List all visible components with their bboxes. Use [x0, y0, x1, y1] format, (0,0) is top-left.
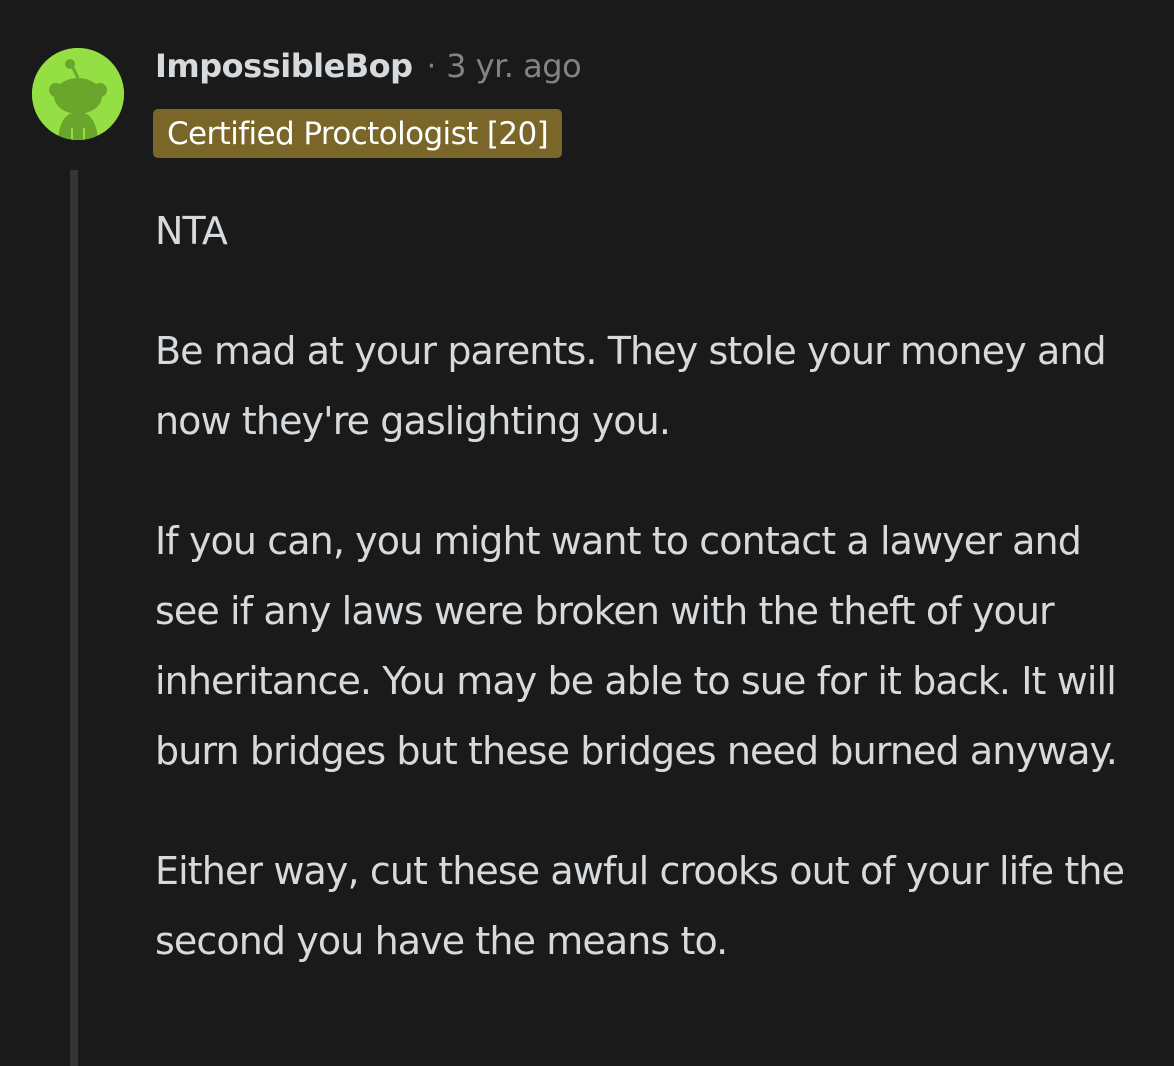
- snoo-avatar-icon: [32, 48, 124, 140]
- comment-paragraph: NTA: [155, 209, 228, 253]
- username-link[interactable]: ImpossibleBop: [155, 47, 413, 85]
- user-flair: Certified Proctologist [20]: [153, 109, 563, 158]
- comment: ImpossibleBop · 3 yr. ago Certified Proc…: [0, 0, 1174, 1066]
- comment-paragraph: Be mad at your parents. They stole your …: [155, 329, 1107, 443]
- separator-dot: ·: [426, 48, 437, 84]
- avatar[interactable]: [32, 48, 124, 140]
- comment-paragraph: If you can, you might want to contact a …: [155, 519, 1118, 773]
- comment-body: NTA Be mad at your parents. They stole y…: [155, 196, 1145, 1026]
- comment-header: ImpossibleBop · 3 yr. ago: [155, 44, 582, 88]
- timestamp-link[interactable]: 3 yr. ago: [446, 47, 582, 85]
- comment-paragraph: Either way, cut these awful crooks out o…: [155, 849, 1125, 963]
- thread-collapse-line[interactable]: [70, 170, 78, 1066]
